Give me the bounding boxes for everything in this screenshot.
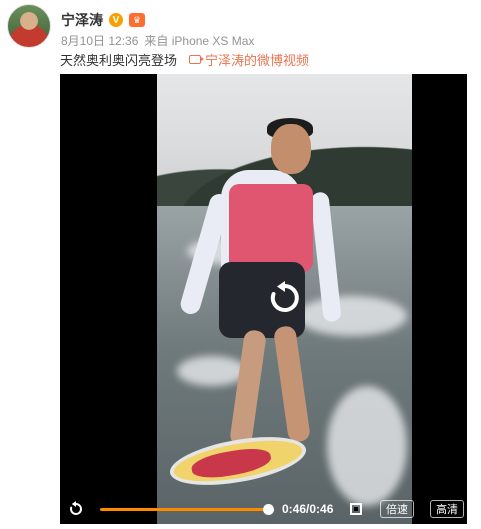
video-link-label[interactable]: 宁泽涛的微博视频 <box>205 50 309 69</box>
post-date[interactable]: 8月10日 12:36 <box>61 32 138 49</box>
author-name[interactable]: 宁泽涛 <box>61 10 103 30</box>
post-meta: 8月10日 12:36 来自 iPhone XS Max <box>61 32 254 49</box>
speed-button[interactable]: 倍速 <box>380 500 414 518</box>
progress-handle[interactable] <box>263 504 274 515</box>
video-scene-vest <box>229 184 313 272</box>
author-row: 宁泽涛 V ♛ <box>61 10 145 30</box>
post-text: 天然奥利奥闪亮登场 <box>60 53 178 68</box>
video-camera-icon <box>189 55 205 64</box>
fullscreen-icon[interactable] <box>350 503 362 515</box>
verified-badge-icon: V <box>109 13 123 27</box>
video-link[interactable]: 宁泽涛的微博视频 <box>189 50 309 69</box>
progress-bar[interactable] <box>100 508 268 511</box>
replay-icon[interactable] <box>267 280 303 316</box>
post-text-row: 天然奥利奥闪亮登场 宁泽涛的微博视频 <box>60 50 309 69</box>
quality-button[interactable]: 高清 <box>430 500 464 518</box>
player-controls: 0:46/0:46 倍速 高清 <box>60 494 467 524</box>
video-player[interactable]: 0:46/0:46 倍速 高清 <box>60 74 467 524</box>
time-display: 0:46/0:46 <box>282 502 334 516</box>
replay-control-icon[interactable] <box>68 501 84 517</box>
level-badge-icon: ♛ <box>129 13 145 27</box>
post-header: 宁泽涛 V ♛ 8月10日 12:36 来自 iPhone XS Max <box>7 2 477 54</box>
post-source: 来自 iPhone XS Max <box>144 34 255 48</box>
avatar[interactable] <box>7 4 51 48</box>
